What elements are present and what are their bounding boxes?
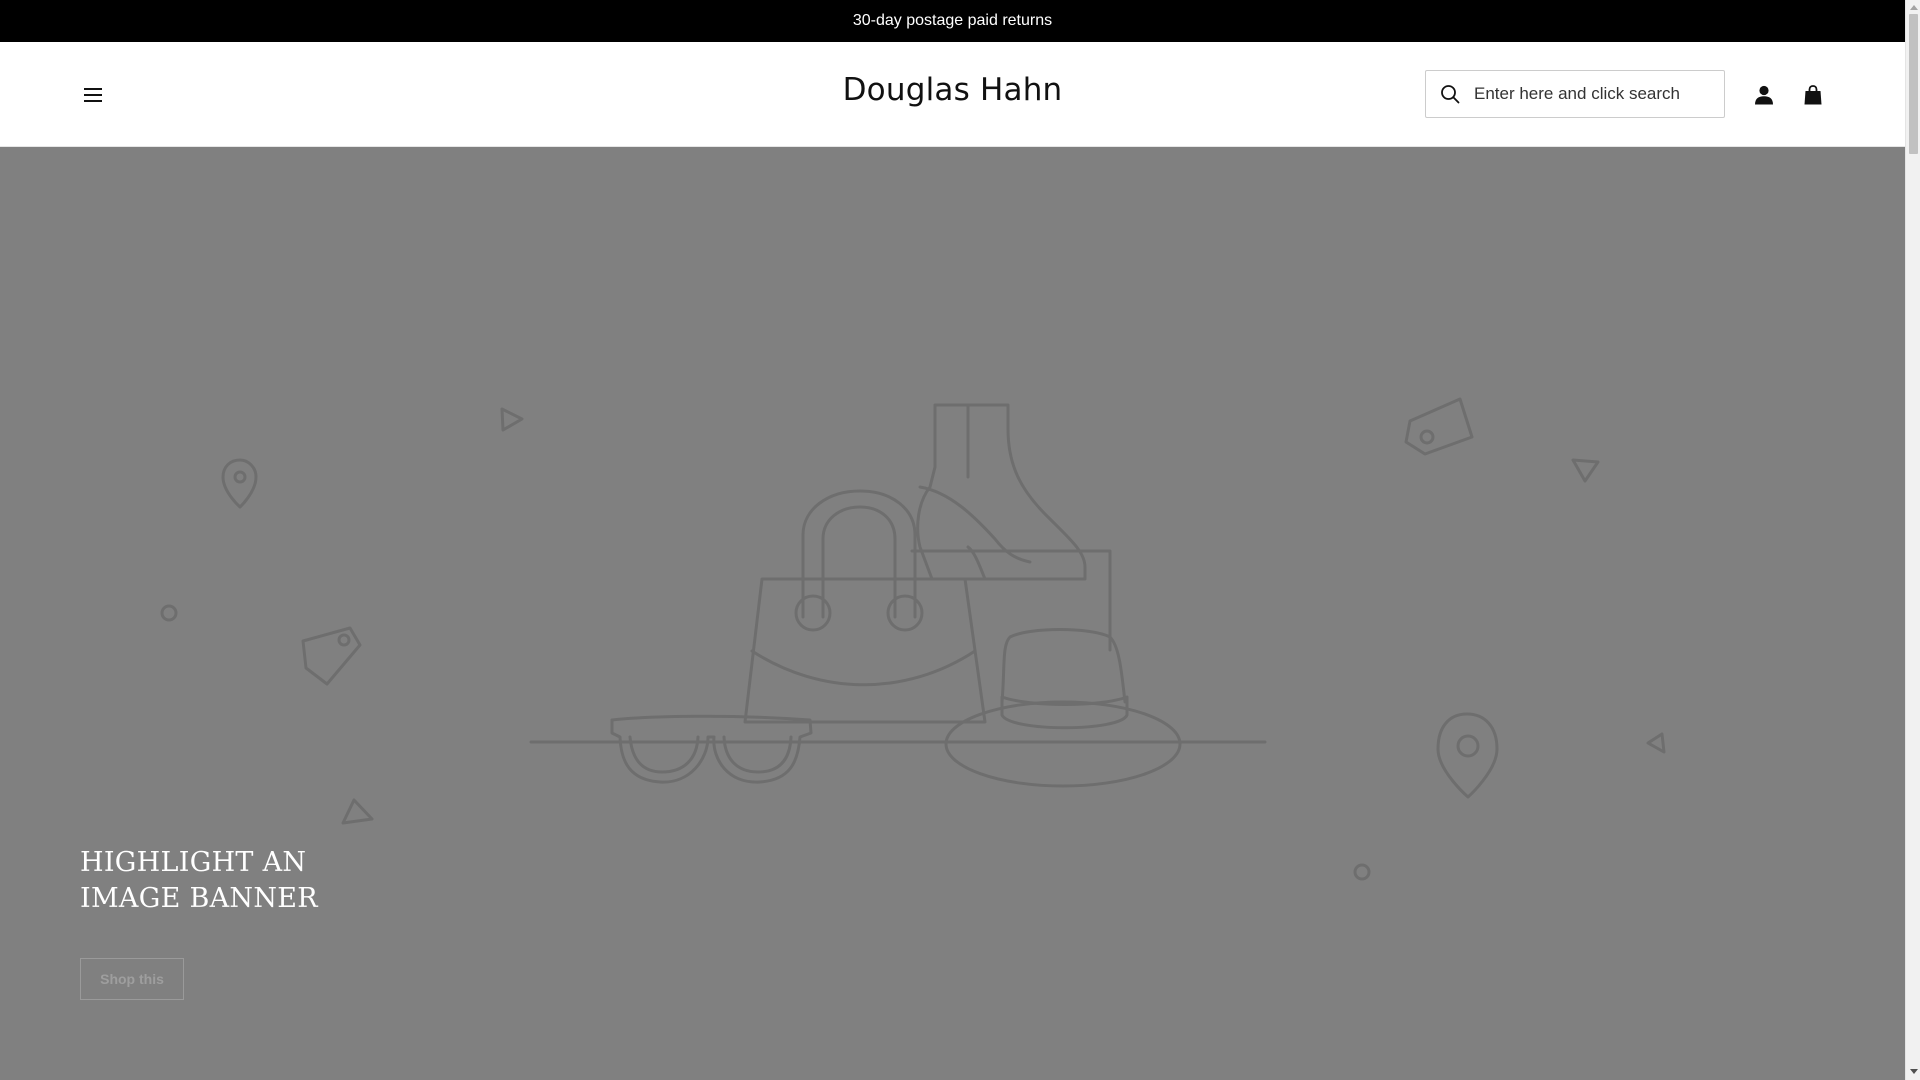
search-field[interactable] — [1425, 70, 1725, 118]
fashion-accessories-illustration — [160, 397, 1666, 881]
announcement-text: 30-day postage paid returns — [852, 12, 1053, 29]
hero-banner: HIGHLIGHT AN IMAGE BANNER Shop this — [0, 147, 1905, 1080]
user-icon — [1755, 85, 1773, 105]
shop-this-button[interactable]: Shop this — [80, 958, 184, 1000]
page: 30-day postage paid returns Douglas Hahn — [0, 0, 1920, 1080]
hero-heading-line-1: HIGHLIGHT AN — [80, 847, 307, 878]
search-input[interactable] — [1472, 83, 1712, 105]
handbag-illustration — [743, 489, 987, 724]
scrollbar-thumb[interactable] — [1909, 14, 1918, 154]
decoration-shapes — [160, 397, 1666, 881]
hat-illustration — [944, 628, 1182, 788]
site-header: Douglas Hahn — [0, 42, 1905, 147]
announcement-bar: 30-day postage paid returns — [0, 0, 1905, 42]
sunglasses-illustration — [610, 714, 813, 784]
search-icon[interactable] — [1438, 82, 1462, 106]
hero-heading-line-2: IMAGE BANNER — [80, 883, 318, 914]
cart-button[interactable] — [1800, 82, 1826, 108]
hero-heading: HIGHLIGHT AN IMAGE BANNER — [80, 845, 480, 917]
scroll-down-arrow-icon[interactable] — [1909, 1067, 1918, 1077]
page-scrollbar[interactable] — [1905, 0, 1920, 1080]
scroll-up-arrow-icon[interactable] — [1909, 2, 1918, 12]
account-button[interactable] — [1751, 82, 1777, 108]
shopping-bag-icon — [1804, 85, 1822, 105]
logo-link[interactable]: Douglas Hahn — [843, 72, 1063, 108]
boot-illustration — [916, 403, 1087, 581]
